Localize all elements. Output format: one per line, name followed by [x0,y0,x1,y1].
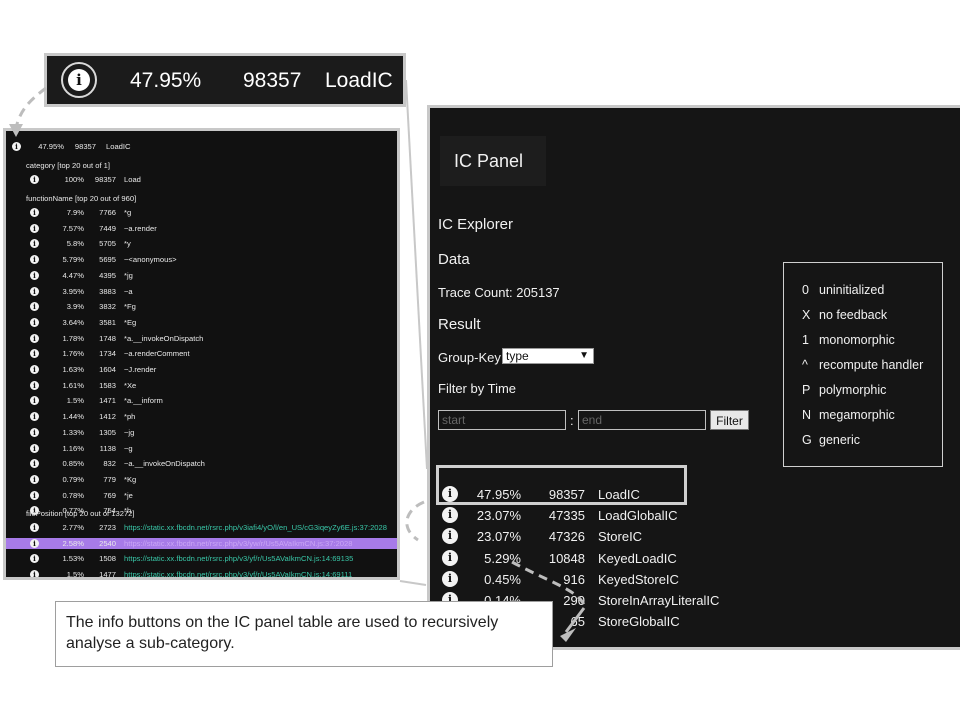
callout-arrows [9,79,586,642]
